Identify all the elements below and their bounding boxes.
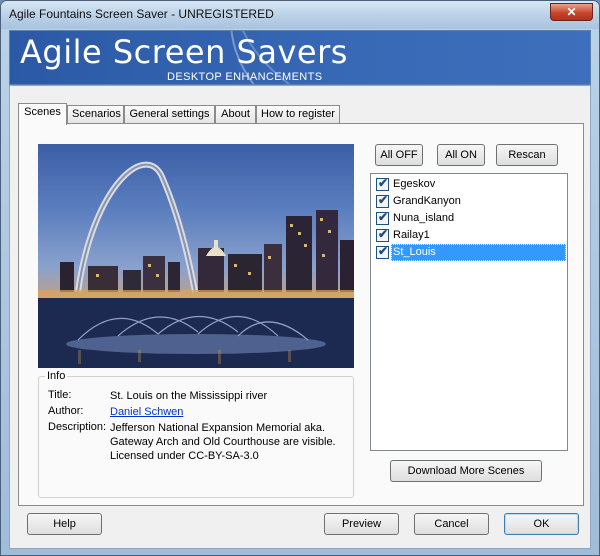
tab-scenarios[interactable]: Scenarios — [67, 105, 124, 124]
download-more-scenes-button[interactable]: Download More Scenes — [390, 460, 542, 482]
author-link[interactable]: Daniel Schwen — [110, 405, 360, 419]
scene-list-item[interactable]: ✔ Egeskov — [372, 176, 566, 193]
cancel-button[interactable]: Cancel — [414, 513, 489, 535]
banner-subtitle: DESKTOP ENHANCEMENTS — [167, 71, 323, 83]
scene-list-item[interactable]: ✔ Railay1 — [372, 227, 566, 244]
scenes-panel: Info Title: St. Louis on the Mississippi… — [18, 123, 584, 506]
dialog-body: Scenes Scenarios General settings About … — [9, 85, 591, 549]
scene-name: Nuna_island — [393, 212, 455, 224]
title-value: St. Louis on the Mississippi river — [110, 390, 268, 402]
scene-name: Egeskov — [393, 178, 436, 190]
scene-list[interactable]: ✔ Egeskov ✔ GrandKanyon ✔ Nuna_island ✔ … — [370, 173, 568, 451]
scene-checkbox[interactable]: ✔ — [376, 244, 389, 259]
tab-about[interactable]: About — [215, 105, 256, 124]
scene-checkbox[interactable]: ✔ — [376, 210, 389, 225]
author-label: Author: — [48, 405, 84, 417]
description-label: Description: — [48, 421, 107, 433]
scene-checkbox[interactable]: ✔ — [376, 176, 389, 191]
tab-general-settings[interactable]: General settings — [124, 105, 215, 124]
scene-checkbox[interactable]: ✔ — [376, 193, 389, 208]
title-bar[interactable]: Agile Fountains Screen Saver - UNREGISTE… — [1, 1, 599, 29]
all-off-button[interactable]: All OFF — [375, 144, 423, 166]
all-on-button[interactable]: All ON — [437, 144, 485, 166]
scene-name: GrandKanyon — [393, 195, 461, 207]
help-button[interactable]: Help — [27, 513, 102, 535]
scene-preview-image — [38, 144, 354, 368]
scene-list-item[interactable]: ✔ Nuna_island — [372, 210, 566, 227]
title-label: Title: — [48, 389, 72, 401]
info-groupbox: Info Title: St. Louis on the Mississippi… — [38, 370, 354, 498]
tab-scenes[interactable]: Scenes — [18, 103, 67, 125]
description-value: Jefferson National Expansion Memorial ak… — [110, 422, 336, 462]
banner-title: Agile Screen Savers — [20, 33, 348, 71]
checkmark-icon: ✔ — [378, 210, 389, 224]
scene-name: Railay1 — [393, 229, 430, 241]
scene-checkbox[interactable]: ✔ — [376, 227, 389, 242]
checkmark-icon: ✔ — [378, 193, 389, 207]
tab-how-to-register[interactable]: How to register — [256, 105, 340, 124]
scene-list-item[interactable]: ✔ GrandKanyon — [372, 193, 566, 210]
info-legend: Info — [45, 370, 68, 382]
ok-button[interactable]: OK — [504, 513, 579, 535]
close-icon: ✕ — [566, 5, 577, 19]
close-button[interactable]: ✕ — [550, 3, 593, 21]
checkmark-icon: ✔ — [378, 244, 389, 258]
rescan-button[interactable]: Rescan — [496, 144, 558, 166]
app-window: Agile Fountains Screen Saver - UNREGISTE… — [0, 0, 600, 556]
st-louis-skyline-illustration — [38, 161, 354, 368]
window-title: Agile Fountains Screen Saver - UNREGISTE… — [9, 7, 274, 21]
checkmark-icon: ✔ — [378, 176, 389, 190]
scene-list-item-selected[interactable]: ✔ St_Louis — [372, 244, 566, 261]
preview-button[interactable]: Preview — [324, 513, 399, 535]
scene-name: St_Louis — [391, 244, 566, 261]
product-banner: Agile Screen Savers DESKTOP ENHANCEMENTS — [9, 30, 591, 85]
checkmark-icon: ✔ — [378, 227, 389, 241]
